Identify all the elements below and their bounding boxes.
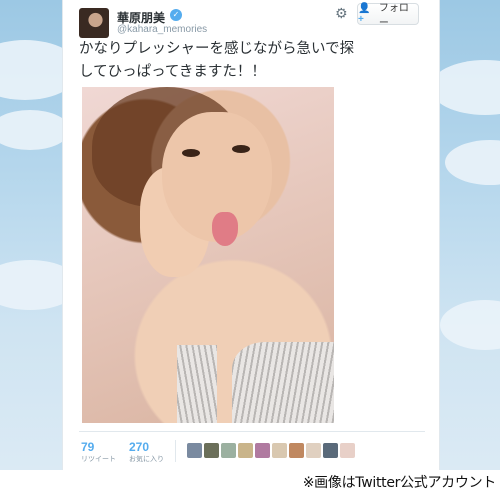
photo-swimsuit xyxy=(177,345,217,423)
avatar[interactable] xyxy=(79,8,109,38)
photo-eye xyxy=(182,149,200,157)
favoriter-avatar[interactable] xyxy=(340,443,355,458)
favoriters-divider xyxy=(175,440,176,462)
favoriter-avatar[interactable] xyxy=(221,443,236,458)
favorite-label[interactable]: お気に入り xyxy=(129,454,164,464)
photo-eye xyxy=(232,145,250,153)
gear-icon[interactable]: ⚙ xyxy=(335,7,349,21)
tweet-text-line: してひっぱってきますた！！ xyxy=(79,64,266,80)
favoriter-avatar[interactable] xyxy=(238,443,253,458)
person-plus-icon: 👤+ xyxy=(358,3,371,25)
favoriter-avatar[interactable] xyxy=(306,443,321,458)
cloud-decoration xyxy=(0,110,70,150)
verified-badge-icon: ✓ xyxy=(170,9,182,21)
favorite-count[interactable]: 270 xyxy=(129,440,149,454)
cloud-decoration xyxy=(430,60,500,115)
cloud-decoration xyxy=(445,140,500,185)
follow-label: フォロー xyxy=(378,3,409,29)
user-handle[interactable]: @kahara_memories xyxy=(117,24,207,35)
stats-divider xyxy=(79,431,425,432)
tweet-photo[interactable] xyxy=(82,87,334,423)
image-caption: ※画像はTwitter公式アカウント xyxy=(302,475,497,491)
tweet-text-line: かなりプレッシャーを感じながら急いで探 xyxy=(79,41,355,57)
favoriter-avatar[interactable] xyxy=(255,443,270,458)
retweet-count[interactable]: 79 xyxy=(81,440,94,454)
favoriter-avatar[interactable] xyxy=(204,443,219,458)
photo-tongue xyxy=(212,212,238,246)
tweet-card: 華原朋美 ✓ @kahara_memories ⚙ 👤+ フォロー かなりプレッ… xyxy=(62,0,440,470)
favoriter-avatars xyxy=(187,443,355,458)
favoriter-avatar[interactable] xyxy=(187,443,202,458)
retweet-label[interactable]: リツイート xyxy=(81,454,116,464)
photo-swimsuit xyxy=(232,342,334,423)
favoriter-avatar[interactable] xyxy=(272,443,287,458)
cloud-decoration xyxy=(440,300,500,350)
favoriter-avatar[interactable] xyxy=(289,443,304,458)
favoriter-avatar[interactable] xyxy=(323,443,338,458)
follow-button[interactable]: 👤+ フォロー xyxy=(357,3,419,29)
tweet-text: かなりプレッシャーを感じながら急いで探 してひっぱってきますた！！ xyxy=(79,38,429,84)
